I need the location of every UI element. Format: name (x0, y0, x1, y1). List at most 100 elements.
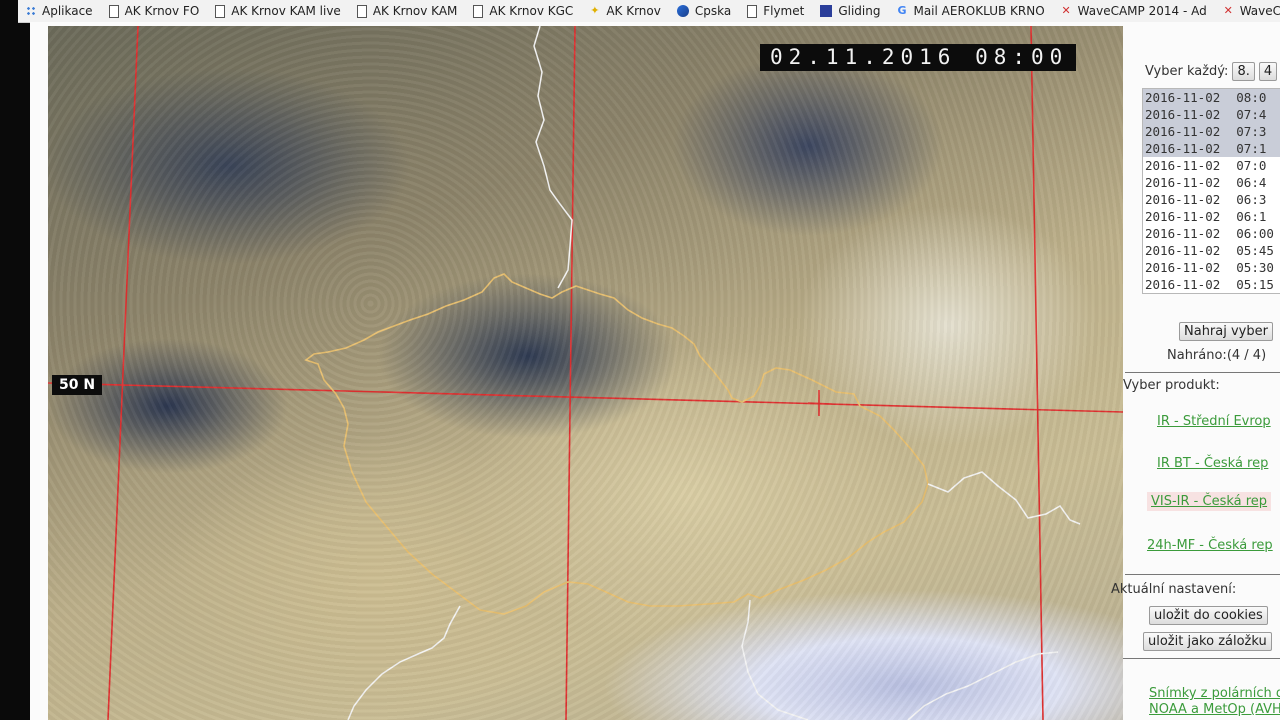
apps-grid-icon (26, 6, 36, 16)
bookmark-label: AK Krnov (606, 4, 661, 18)
page-icon (473, 4, 484, 18)
grid-meridian-1 (107, 26, 139, 720)
time-option[interactable]: 2016-11-02 07:1 (1143, 140, 1280, 157)
bookmark-label: WaveCA (1239, 4, 1280, 18)
time-option-date: 2016-11-02 (1145, 226, 1221, 241)
product-label: Vyber produkt: (1123, 378, 1220, 393)
time-option[interactable]: 2016-11-02 06:3 (1143, 191, 1280, 208)
time-option-time: 06:4 (1236, 175, 1267, 190)
bookmark-label: Aplikace (42, 4, 93, 18)
map-overlay (48, 26, 1123, 720)
time-option-time: 06:3 (1236, 192, 1267, 207)
divider (1125, 372, 1280, 373)
time-option[interactable]: 2016-11-02 07:4 (1143, 106, 1280, 123)
grid-meridian-2 (565, 26, 576, 720)
time-option-date: 2016-11-02 (1145, 175, 1221, 190)
save-cookies-button[interactable]: uložit do cookies (1149, 606, 1268, 625)
bookmarks-bar: Aplikace AK Krnov FO AK Krnov KAM live AK K… (18, 0, 1280, 23)
bookmark-label: Gliding (838, 4, 881, 18)
bookmark-label: WaveCAMP 2014 - Ad (1077, 4, 1207, 18)
gliding-icon (820, 5, 833, 17)
polar-satellites-link[interactable]: Snímky z polárních druž NOAA a MetOp (AV… (1149, 686, 1280, 718)
time-option[interactable]: 2016-11-02 07:0 (1143, 157, 1280, 174)
product-ir-central-europe[interactable]: IR - Střední Evrop (1157, 414, 1271, 429)
grid-lines (48, 26, 1123, 720)
step-button-4[interactable]: 4 (1258, 62, 1278, 81)
time-option-time: 07:4 (1236, 107, 1267, 122)
divider (1125, 574, 1280, 575)
time-option[interactable]: 2016-11-02 05:30 (1143, 259, 1280, 276)
load-selection-button[interactable]: Nahraj vyber (1179, 322, 1273, 341)
bookmark-item[interactable]: AK Krnov KAM live (207, 0, 349, 22)
product-24h-mf-czech[interactable]: 24h-MF - Česká rep (1147, 538, 1273, 553)
bookmark-item[interactable]: Aplikace (18, 0, 101, 22)
product-ir-bt-czech[interactable]: IR BT - Česká rep (1157, 456, 1268, 471)
control-panel: Vyber každý: 8. 4 2016-11-02 08:0 2016-11-… (1111, 22, 1280, 720)
time-option-time: 07:1 (1236, 141, 1267, 156)
step-button-8[interactable]: 8. (1232, 62, 1255, 81)
grid-meridian-3 (1030, 26, 1044, 720)
image-timestamp: 02.11.2016 08:00 (760, 44, 1077, 71)
time-option-time: 07:3 (1236, 124, 1267, 139)
star-icon: ✦ (590, 4, 600, 17)
bookmark-item[interactable]: ✕ WaveCAMP 2014 - Ad (1053, 0, 1215, 22)
time-option-time: 05:15 (1236, 277, 1274, 292)
time-option[interactable]: 2016-11-02 05:15 (1143, 276, 1280, 293)
time-option-time: 08:0 (1236, 90, 1267, 105)
time-option[interactable]: 2016-11-02 06:00 (1143, 225, 1280, 242)
bookmark-label: AK Krnov KAM live (231, 4, 341, 18)
location-cross-icon (807, 390, 833, 416)
time-option-date: 2016-11-02 (1145, 277, 1221, 292)
monitor-bezel (0, 0, 30, 720)
polar-link-line2: NOAA a MetOp (AVHR (1149, 702, 1280, 717)
bookmark-item[interactable]: Flymet (739, 0, 812, 22)
time-option[interactable]: 2016-11-02 06:4 (1143, 174, 1280, 191)
divider (1123, 658, 1280, 659)
time-option-time: 05:45 (1236, 243, 1274, 258)
time-option-time: 05:30 (1236, 260, 1274, 275)
bookmark-label: Cpska (694, 4, 732, 18)
czech-border (304, 273, 929, 615)
bookmark-item[interactable]: AK Krnov KAM (349, 0, 466, 22)
time-select-list[interactable]: 2016-11-02 08:0 2016-11-02 07:4 2016-11-02 07… (1142, 88, 1280, 294)
time-option-date: 2016-11-02 (1145, 209, 1221, 224)
time-option-date: 2016-11-02 (1145, 158, 1221, 173)
globe-icon (676, 5, 689, 17)
polar-link-line1: Snímky z polárních druž (1149, 686, 1280, 701)
time-option-date: 2016-11-02 (1145, 260, 1221, 275)
page-icon (108, 4, 119, 18)
bookmark-item[interactable]: ✕ WaveCA (1215, 0, 1280, 22)
bookmark-item[interactable]: AK Krnov KGC (465, 0, 581, 22)
settings-label: Aktuální nastavení: (1111, 582, 1237, 597)
google-icon: G (897, 4, 907, 17)
wavecamp-icon: ✕ (1061, 4, 1071, 17)
time-option-time: 07:0 (1236, 158, 1267, 173)
bookmark-label: Mail AEROKLUB KRNO (913, 4, 1045, 18)
bookmark-item[interactable]: Gliding (812, 0, 888, 22)
satellite-image[interactable]: 02.11.2016 08:00 50 N (48, 26, 1123, 720)
time-option[interactable]: 2016-11-02 08:0 (1143, 89, 1280, 106)
wavecamp-icon: ✕ (1223, 4, 1233, 17)
bookmark-label: AK Krnov KAM (372, 4, 458, 18)
page-viewport: 02.11.2016 08:00 50 N Vyber každý: 8. 4 … (30, 22, 1280, 720)
time-option-date: 2016-11-02 (1145, 141, 1221, 156)
latitude-label: 50 N (52, 375, 103, 395)
time-option[interactable]: 2016-11-02 06:1 (1143, 208, 1280, 225)
bookmark-item[interactable]: Cpska (669, 0, 739, 22)
step-selector: Vyber každý: 8. 4 (1145, 62, 1278, 81)
time-option-time: 06:1 (1236, 209, 1267, 224)
step-label: Vyber každý: (1145, 64, 1229, 79)
bookmark-label: AK Krnov FO (124, 4, 200, 18)
bookmark-label: AK Krnov KGC (489, 4, 574, 18)
time-option[interactable]: 2016-11-02 07:3 (1143, 123, 1280, 140)
time-option-date: 2016-11-02 (1145, 243, 1221, 258)
bookmark-item[interactable]: G Mail AEROKLUB KRNO (888, 0, 1052, 22)
time-option-date: 2016-11-02 (1145, 192, 1221, 207)
time-option[interactable]: 2016-11-02 05:45 (1143, 242, 1280, 259)
product-vis-ir-czech[interactable]: VIS-IR - Česká rep (1147, 492, 1272, 511)
bookmark-item[interactable]: AK Krnov FO (101, 0, 208, 22)
time-option-time: 06:00 (1236, 226, 1274, 241)
time-option-date: 2016-11-02 (1145, 107, 1221, 122)
bookmark-item[interactable]: ✦ AK Krnov (581, 0, 669, 22)
save-bookmark-button[interactable]: uložit jako záložku (1143, 632, 1272, 651)
